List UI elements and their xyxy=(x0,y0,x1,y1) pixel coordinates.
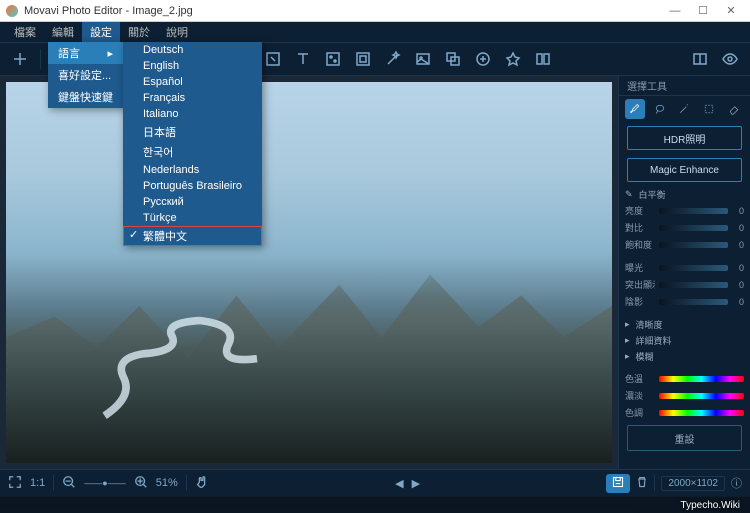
sidebar-header: 選擇工具 xyxy=(619,76,750,96)
settings-dropdown: 語言▸ 喜好設定... 鍵盤快速鍵 xyxy=(48,42,131,108)
sharpness-row[interactable]: ▸清晰度 xyxy=(619,316,750,332)
sidebar: 選擇工具 HDR照明 Magic Enhance ✎ 白平衡 亮度0 對比0 飽… xyxy=(618,76,750,469)
compare-icon[interactable] xyxy=(529,45,557,73)
close-button[interactable]: ✕ xyxy=(718,1,744,21)
dropdown-preferences[interactable]: 喜好設定... xyxy=(48,64,131,86)
info-icon[interactable]: ⓘ xyxy=(731,475,742,491)
magic-enhance-button[interactable]: Magic Enhance xyxy=(627,158,742,182)
lang-italiano[interactable]: Italiano xyxy=(123,106,262,122)
add-button[interactable] xyxy=(6,45,34,73)
save-icon[interactable] xyxy=(606,474,630,493)
lang-russian[interactable]: Русский xyxy=(123,194,262,210)
status-bar: 1:1 ——●—— 51% ◀ ▶ 2000×1102 ⓘ xyxy=(0,469,750,496)
details-row[interactable]: ▸詳細資料 xyxy=(619,332,750,348)
frame-icon[interactable] xyxy=(349,45,377,73)
zoom-percent: 51% xyxy=(156,477,178,489)
hand-tool-icon[interactable] xyxy=(195,475,209,492)
effects-icon[interactable] xyxy=(499,45,527,73)
lang-english[interactable]: English xyxy=(123,58,262,74)
main-area: 選擇工具 HDR照明 Magic Enhance ✎ 白平衡 亮度0 對比0 飽… xyxy=(0,76,750,469)
title-bar: Movavi Photo Editor - Image_2.jpg — ☐ ✕ xyxy=(0,0,750,22)
clone-icon[interactable] xyxy=(439,45,467,73)
white-balance-row[interactable]: ✎ 白平衡 xyxy=(619,186,750,202)
lang-korean[interactable]: 한국어 xyxy=(123,142,262,162)
canvas[interactable] xyxy=(0,76,618,469)
brush-tool-icon[interactable] xyxy=(625,99,645,119)
next-image-icon[interactable]: ▶ xyxy=(412,477,420,490)
eyedropper-icon: ✎ xyxy=(625,189,633,200)
minimize-button[interactable]: — xyxy=(662,1,688,21)
menu-edit[interactable]: 編輯 xyxy=(44,22,82,42)
reset-button[interactable]: 重設 xyxy=(627,425,742,451)
selection-tool-row xyxy=(619,96,750,122)
before-after-icon[interactable] xyxy=(686,45,714,73)
lang-turkce[interactable]: Türkçe xyxy=(123,210,262,226)
hdr-button[interactable]: HDR照明 xyxy=(627,126,742,150)
retouch-icon[interactable] xyxy=(469,45,497,73)
temperature-slider[interactable]: 色溫 xyxy=(619,370,750,387)
hue-slider[interactable]: 色調 xyxy=(619,404,750,421)
saturation-slider[interactable]: 飽和度0 xyxy=(619,236,750,253)
lasso-tool-icon[interactable] xyxy=(650,99,670,119)
menu-help[interactable]: 說明 xyxy=(158,22,196,42)
zoom-ratio[interactable]: 1:1 xyxy=(30,477,45,489)
image-icon[interactable] xyxy=(409,45,437,73)
dimensions-display: 2000×1102 xyxy=(661,476,725,491)
wand-tool-icon[interactable] xyxy=(674,99,694,119)
zoom-in-icon[interactable] xyxy=(134,475,148,492)
wand-icon[interactable] xyxy=(379,45,407,73)
language-submenu: Deutsch English Español Français Italian… xyxy=(123,42,262,246)
noise-icon[interactable] xyxy=(319,45,347,73)
lang-portugues[interactable]: Português Brasileiro xyxy=(123,178,262,194)
lang-traditional-chinese[interactable]: 繁體中文 xyxy=(123,226,262,246)
window-title: Movavi Photo Editor - Image_2.jpg xyxy=(24,5,662,17)
blur-row[interactable]: ▸模糊 xyxy=(619,348,750,364)
canvas-area xyxy=(0,76,618,469)
lang-deutsch[interactable]: Deutsch xyxy=(123,42,262,58)
tint-slider[interactable]: 濃淡 xyxy=(619,387,750,404)
lang-japanese[interactable]: 日本語 xyxy=(123,122,262,142)
canvas-image xyxy=(6,82,612,463)
marquee-tool-icon[interactable] xyxy=(699,99,719,119)
exposure-slider[interactable]: 曝光0 xyxy=(619,259,750,276)
resize-icon[interactable] xyxy=(259,45,287,73)
eraser-tool-icon[interactable] xyxy=(724,99,744,119)
dropdown-language[interactable]: 語言▸ xyxy=(48,42,131,64)
zoom-out-icon[interactable] xyxy=(62,475,76,492)
menu-file[interactable]: 檔案 xyxy=(6,22,44,42)
lang-espanol[interactable]: Español xyxy=(123,74,262,90)
menu-settings[interactable]: 設定 xyxy=(82,22,120,42)
fullscreen-icon[interactable] xyxy=(8,475,22,492)
shadows-slider[interactable]: 陰影0 xyxy=(619,293,750,310)
lang-nederlands[interactable]: Nederlands xyxy=(123,162,262,178)
brightness-slider[interactable]: 亮度0 xyxy=(619,202,750,219)
dropdown-shortcuts[interactable]: 鍵盤快速鍵 xyxy=(48,86,131,108)
watermark: Typecho.Wiki xyxy=(0,497,750,513)
trash-icon[interactable] xyxy=(636,476,648,491)
menu-bar: 檔案 編輯 設定 關於 說明 xyxy=(0,22,750,42)
maximize-button[interactable]: ☐ xyxy=(690,1,716,21)
lang-francais[interactable]: Français xyxy=(123,90,262,106)
app-icon xyxy=(6,5,18,17)
menu-about[interactable]: 關於 xyxy=(120,22,158,42)
chevron-right-icon: ▸ xyxy=(107,47,113,60)
contrast-slider[interactable]: 對比0 xyxy=(619,219,750,236)
text-icon[interactable] xyxy=(289,45,317,73)
highlights-slider[interactable]: 突出顯示0 xyxy=(619,276,750,293)
prev-image-icon[interactable]: ◀ xyxy=(395,477,403,490)
eye-icon[interactable] xyxy=(716,45,744,73)
